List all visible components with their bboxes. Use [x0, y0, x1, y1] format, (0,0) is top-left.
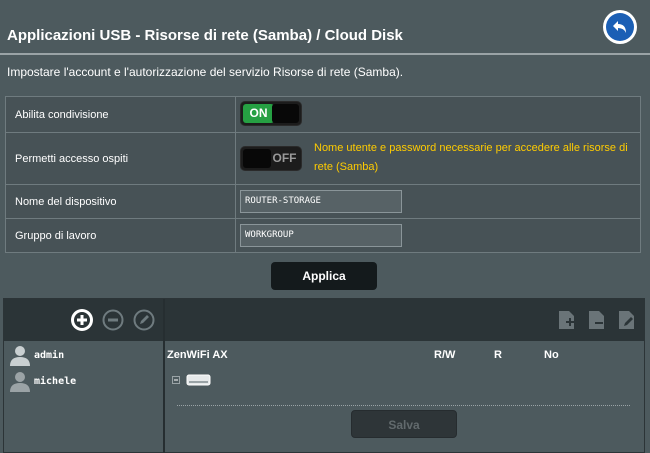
guest-access-row: Permetti accesso ospiti OFF Nome utente … — [5, 132, 641, 185]
user-name: admin — [34, 349, 65, 361]
back-button[interactable] — [603, 10, 637, 44]
device-label: ZenWiFi AX — [167, 349, 228, 361]
minus-circle-icon[interactable] — [102, 309, 124, 331]
toggle-off-label: OFF — [272, 150, 297, 165]
column-r: R — [494, 349, 502, 361]
title-divider — [0, 53, 650, 55]
drive-tree-item[interactable] — [172, 372, 212, 388]
column-no: No — [544, 349, 559, 361]
guest-access-hint: Nome utente e password necessarie per ac… — [314, 142, 628, 173]
panel-divider — [163, 299, 165, 453]
user-toolbar — [4, 299, 164, 341]
user-item-admin[interactable]: admin — [9, 344, 64, 366]
tree-divider — [177, 405, 630, 406]
enable-share-label: Abilita condivisione — [5, 96, 236, 133]
samba-settings-table: Abilita condivisione ON Permetti accesso… — [5, 96, 641, 253]
drive-icon — [186, 374, 211, 386]
folder-toolbar — [165, 299, 645, 341]
pencil-circle-icon[interactable] — [133, 309, 155, 331]
user-item-michele[interactable]: michele — [9, 370, 76, 392]
guest-access-toggle[interactable]: OFF — [240, 145, 302, 171]
page-subtitle: Impostare l'account e l'autorizzazione d… — [7, 65, 404, 79]
edit-folder-icon[interactable] — [616, 309, 638, 331]
user-silhouette-icon — [10, 346, 30, 366]
workgroup-label: Gruppo di lavoro — [5, 218, 236, 253]
column-rw: R/W — [434, 349, 456, 361]
apply-button[interactable]: Applica — [271, 262, 377, 290]
toggle-on-label: ON — [243, 103, 274, 123]
expand-icon[interactable] — [172, 376, 180, 384]
user-silhouette-icon — [10, 372, 30, 392]
toggle-knob — [243, 148, 271, 168]
plus-circle-icon[interactable] — [71, 309, 93, 331]
device-name-label: Nome del dispositivo — [5, 184, 236, 219]
enable-share-row: Abilita condivisione ON — [5, 96, 641, 133]
back-arrow-icon — [606, 13, 634, 41]
workgroup-row: Gruppo di lavoro WORKGROUP — [5, 218, 641, 253]
user-name: michele — [34, 375, 77, 387]
page-title: Applicazioni USB - Risorse di rete (Samb… — [7, 27, 403, 44]
device-name-input[interactable]: ROUTER-STORAGE — [240, 190, 402, 213]
share-permissions-panel: admin michele ZenWiFi AX R/W R No — [3, 298, 645, 453]
add-folder-icon[interactable] — [556, 309, 578, 331]
delete-folder-icon[interactable] — [586, 309, 608, 331]
save-button: Salva — [351, 410, 457, 438]
device-name-row: Nome del dispositivo ROUTER-STORAGE — [5, 184, 641, 219]
workgroup-input[interactable]: WORKGROUP — [240, 224, 402, 247]
enable-share-toggle[interactable]: ON — [240, 100, 302, 126]
guest-access-label: Permetti accesso ospiti — [5, 132, 236, 185]
toggle-knob — [272, 103, 299, 123]
